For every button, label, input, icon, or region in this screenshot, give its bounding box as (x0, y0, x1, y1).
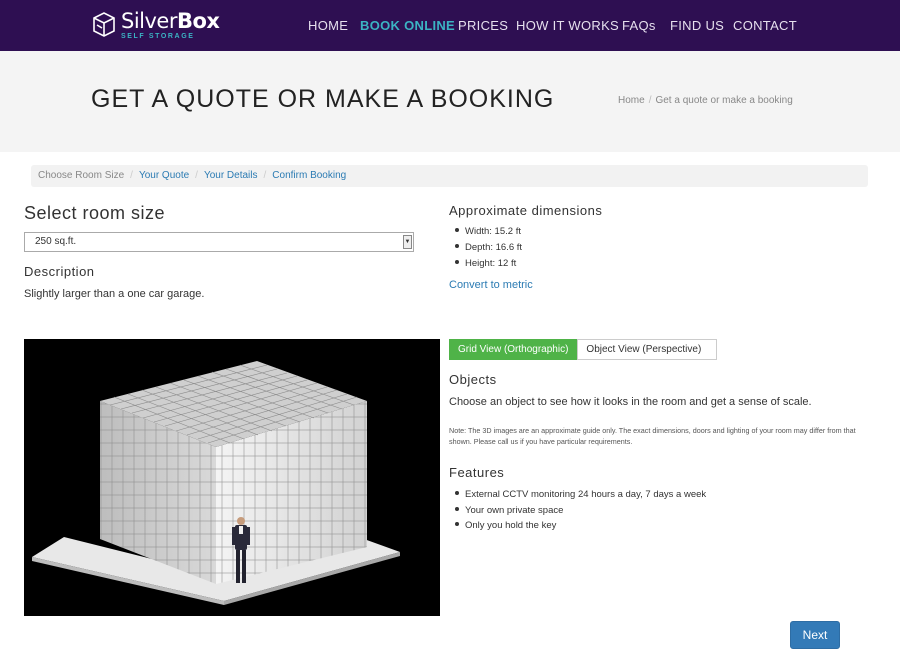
booking-steps: Choose Room Size / Your Quote / Your Details… (31, 165, 868, 187)
features-heading: Features (449, 465, 505, 480)
description-heading: Description (24, 264, 95, 279)
room-size-select[interactable]: 250 sq.ft. ▼ (24, 232, 414, 252)
silverbox-logo[interactable]: SilverBox SELF STORAGE (91, 9, 220, 41)
dimensions-heading: Approximate dimensions (449, 203, 603, 218)
description-text: Slightly larger than a one car garage. (24, 288, 205, 300)
next-button[interactable]: Next (790, 621, 840, 649)
list-item: Height: 12 ft (455, 258, 522, 274)
nav-contact[interactable]: CONTACT (733, 18, 797, 33)
list-item: Only you hold the key (455, 520, 706, 536)
nav-home[interactable]: HOME (308, 18, 348, 33)
list-item: Depth: 16.6 ft (455, 242, 522, 258)
view-mode-tabs: Grid View (Orthographic) Object View (Pe… (449, 339, 718, 360)
list-item: External CCTV monitoring 24 hours a day,… (455, 489, 706, 505)
feature-only-you-key: Only you hold the key (465, 520, 557, 531)
chevron-down-icon[interactable]: ▼ (403, 235, 412, 249)
nav-prices[interactable]: PRICES (458, 18, 508, 33)
convert-to-metric-link[interactable]: Convert to metric (449, 279, 533, 291)
nav-book-online[interactable]: BOOK ONLINE (360, 18, 455, 33)
dimension-width: Width: 15.2 ft (465, 226, 521, 237)
step-confirm-booking[interactable]: Confirm Booking (272, 170, 346, 181)
nav-faqs[interactable]: FAQs (622, 18, 656, 33)
dimension-depth: Depth: 16.6 ft (465, 242, 523, 253)
features-list: External CCTV monitoring 24 hours a day,… (455, 489, 706, 536)
room-3d-render (32, 361, 400, 605)
step-your-quote[interactable]: Your Quote (139, 170, 189, 181)
select-room-size-heading: Select room size (24, 203, 166, 223)
step-choose-room-size: Choose Room Size (38, 170, 125, 181)
brand-name: SilverBox (121, 9, 220, 33)
breadcrumb-home[interactable]: Home (618, 95, 645, 106)
feature-cctv: External CCTV monitoring 24 hours a day,… (465, 489, 707, 500)
brand-tagline: SELF STORAGE (121, 33, 195, 40)
objects-heading: Objects (449, 372, 497, 387)
step-your-details[interactable]: Your Details (204, 170, 258, 181)
top-navigation-bar: SilverBox SELF STORAGE HOME BOOK ONLINE … (0, 0, 900, 51)
objects-text: Choose an object to see how it looks in … (449, 396, 812, 408)
dimensions-list: Width: 15.2 ft Depth: 16.6 ft Height: 12… (455, 226, 522, 274)
page-title-bar: GET A QUOTE OR MAKE A BOOKING Home / Get a… (0, 51, 900, 152)
feature-private-space: Your own private space (465, 504, 564, 516)
list-item: Width: 15.2 ft (455, 226, 522, 242)
dimension-height: Height: 12 ft (465, 258, 517, 269)
disclaimer-note: Note: The 3D images are an approximate g… (449, 426, 856, 446)
room-3d-viewer[interactable] (24, 339, 440, 616)
breadcrumb-current: Get a quote or make a booking (655, 95, 793, 106)
room-size-selected-value: 250 sq.ft. (35, 236, 77, 247)
nav-find-us[interactable]: FIND US (670, 18, 724, 33)
list-item: Your own private space (455, 505, 706, 521)
tab-grid-view[interactable]: Grid View (Orthographic) (449, 339, 578, 360)
page-title: GET A QUOTE OR MAKE A BOOKING (91, 85, 555, 113)
box-icon (91, 11, 117, 37)
nav-how-it-works[interactable]: HOW IT WORKS (516, 18, 619, 33)
tab-object-view[interactable]: Object View (Perspective) (577, 339, 718, 360)
breadcrumb: Home / Get a quote or make a booking (618, 95, 793, 106)
